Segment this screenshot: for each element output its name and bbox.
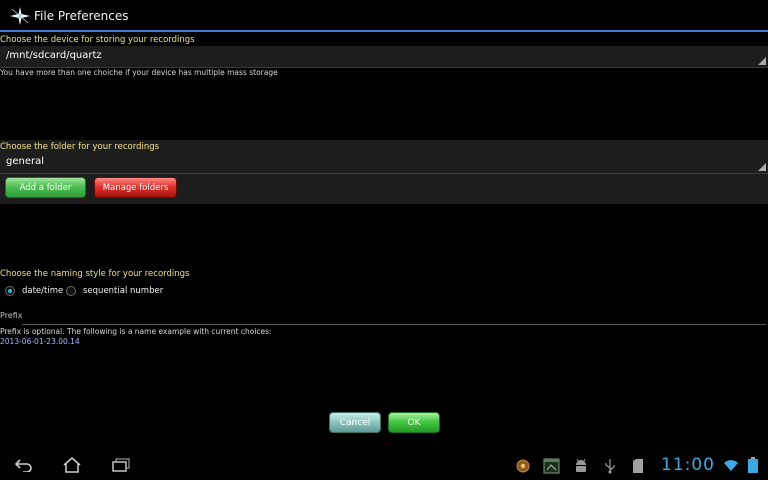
ok-button[interactable]: OK — [388, 412, 440, 433]
sparkle-app-icon — [10, 7, 30, 25]
name-example: 2013-06-01-23.00.14 — [0, 337, 80, 346]
file-preferences-screen: File Preferences Choose the device for s… — [0, 0, 768, 480]
status-clock: 11:00 — [661, 455, 715, 475]
radio-sequential-number[interactable] — [66, 286, 76, 296]
prefix-input[interactable] — [22, 310, 766, 325]
battery-icon[interactable] — [748, 457, 758, 473]
sd-card-icon[interactable] — [632, 458, 644, 474]
storage-device-label: Choose the device for storing your recor… — [0, 35, 195, 45]
radio-date-time-label: date/time — [22, 286, 64, 296]
add-folder-button[interactable]: Add a folder — [5, 177, 86, 198]
usb-icon[interactable] — [604, 458, 616, 474]
wifi-icon[interactable] — [724, 459, 738, 471]
radio-date-time[interactable] — [5, 286, 15, 296]
spinner-arrow-icon — [758, 163, 766, 171]
radio-sequential-number-label: sequential number — [83, 286, 164, 296]
storage-device-value: /mnt/sdcard/quartz — [6, 50, 102, 61]
spinner-arrow-icon — [758, 57, 766, 65]
recent-apps-icon[interactable] — [111, 458, 131, 472]
cancel-button[interactable]: Cancel — [329, 412, 381, 433]
prefix-hint: Prefix is optional. The following is a n… — [0, 327, 272, 336]
screenshot-icon[interactable] — [543, 458, 560, 474]
storage-hint: You have more than one choiche if your d… — [0, 68, 278, 77]
recorder-notification-icon[interactable] — [516, 459, 530, 473]
title-bar: File Preferences — [0, 0, 768, 32]
folder-spinner[interactable]: general — [0, 152, 768, 174]
window-title: File Preferences — [34, 9, 129, 23]
android-debug-icon[interactable] — [574, 458, 588, 474]
naming-style-label: Choose the naming style for your recordi… — [0, 269, 190, 279]
system-navigation-bar — [0, 448, 768, 480]
manage-folders-button[interactable]: Manage folders — [94, 177, 177, 198]
folder-value: general — [6, 156, 45, 167]
home-icon[interactable] — [62, 457, 82, 473]
folder-label: Choose the folder for your recordings — [0, 142, 160, 152]
prefix-label: Prefix — [0, 311, 23, 320]
storage-device-spinner[interactable]: /mnt/sdcard/quartz — [0, 46, 768, 68]
back-icon[interactable] — [14, 458, 34, 472]
